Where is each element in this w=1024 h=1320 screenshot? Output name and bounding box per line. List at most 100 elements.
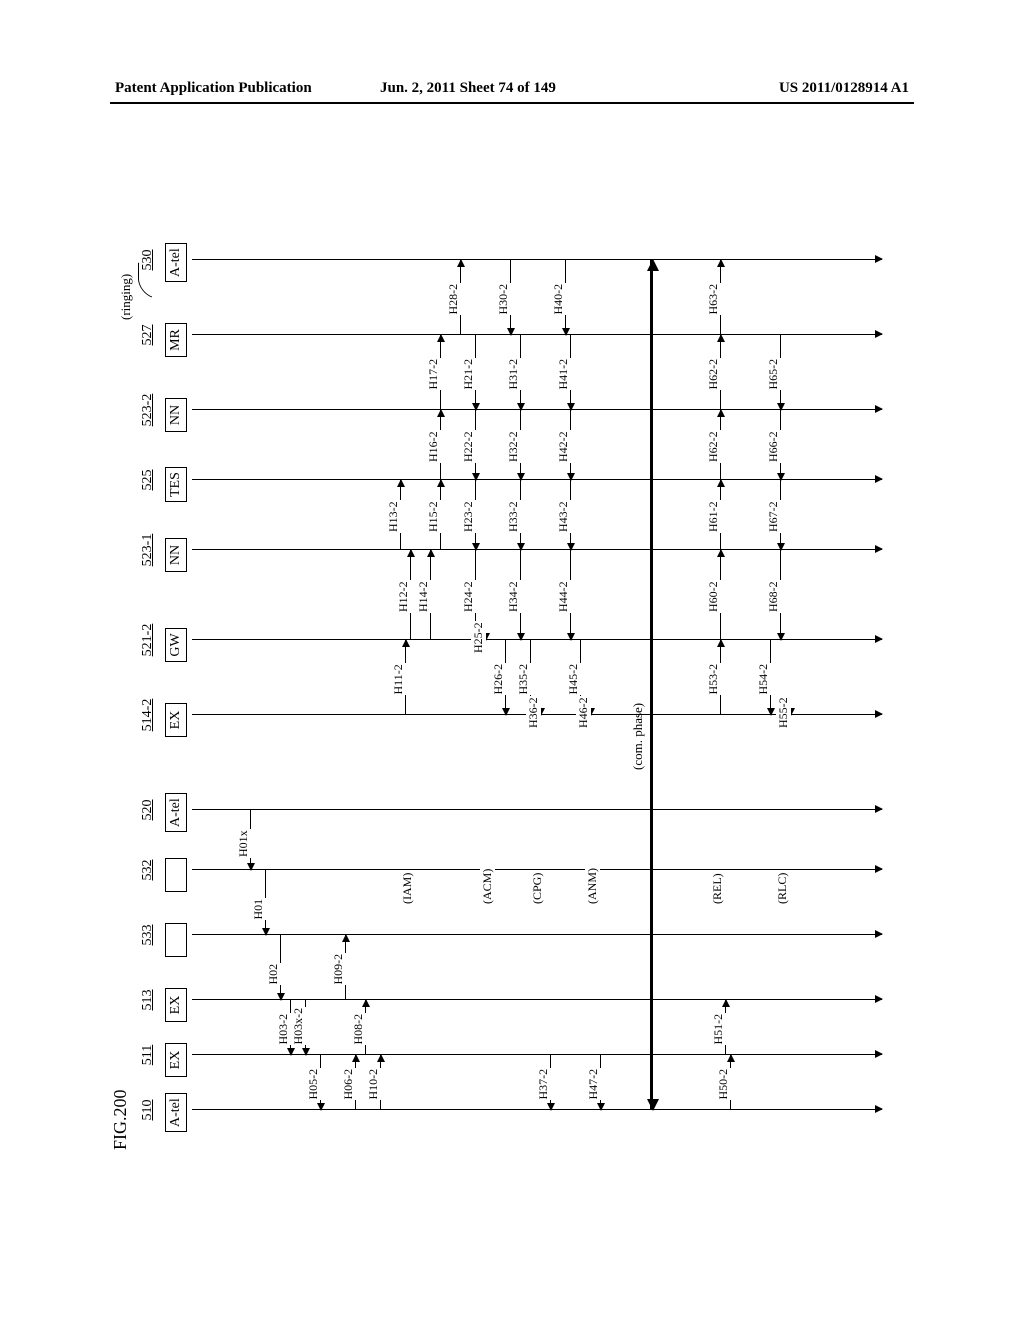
- proto-label-REL: (REL): [710, 872, 725, 905]
- annot-ringing: (ringing): [118, 274, 134, 320]
- msg-label-H54-2: H54-2: [756, 663, 771, 696]
- msg-label-H03x-2: H03x-2: [291, 1007, 306, 1046]
- msg-label-H42-2: H42-2: [556, 430, 571, 463]
- lifeline-530: [192, 259, 882, 260]
- msg-label-H02: H02: [266, 963, 281, 986]
- lifeline-510: [192, 1109, 882, 1110]
- proto-label-CPG: (CPG): [530, 872, 545, 905]
- proto-label-RLC: (RLC): [775, 872, 790, 905]
- msg-label-H40-2: H40-2: [551, 283, 566, 316]
- msg-label-H61-2: H61-2: [706, 500, 721, 533]
- annot-com-phase: (com. phase): [630, 703, 646, 770]
- msg-label-H36-2: H36-2: [526, 696, 541, 729]
- node-box-525: TES: [165, 467, 187, 502]
- msg-label-H32-2: H32-2: [506, 430, 521, 463]
- msg-label-H60-2: H60-2: [706, 580, 721, 613]
- lifeline-513: [192, 999, 882, 1000]
- com-phase-bar: [650, 260, 653, 1110]
- node-box-533: [165, 923, 187, 957]
- msg-label-H10-2: H10-2: [366, 1068, 381, 1101]
- node-box-521-2: GW: [165, 628, 187, 662]
- node-box-523-2: NN: [165, 398, 187, 432]
- figure-wrapper: FIG.200 (ringing) (com. phase) 510 A-tel 5…: [110, 170, 930, 1150]
- msg-label-H26-2: H26-2: [491, 663, 506, 696]
- node-id-513: 513: [140, 990, 156, 1011]
- lifeline-520: [192, 809, 882, 810]
- msg-label-H66-2: H66-2: [766, 430, 781, 463]
- header-mid: Jun. 2, 2011 Sheet 74 of 149: [380, 80, 556, 97]
- node-id-532: 532: [140, 860, 156, 881]
- msg-label-H46-2: H46-2: [576, 696, 591, 729]
- msg-label-H53-2: H53-2: [706, 663, 721, 696]
- msg-label-H45-2: H45-2: [566, 663, 581, 696]
- msg-label-H55-2: H55-2: [776, 696, 791, 729]
- figure-label: FIG.200: [110, 1089, 131, 1150]
- node-id-510: 510: [140, 1100, 156, 1121]
- msg-label-H01x: H01x: [236, 829, 251, 858]
- msg-label-H37-2: H37-2: [536, 1068, 551, 1101]
- node-id-533: 533: [140, 925, 156, 946]
- msg-label-H35-2: H35-2: [516, 663, 531, 696]
- lifeline-532: [192, 869, 882, 870]
- node-id-527: 527: [140, 325, 156, 346]
- msg-label-H09-2: H09-2: [331, 953, 346, 986]
- figure-rotated-canvas: FIG.200 (ringing) (com. phase) 510 A-tel 5…: [110, 170, 930, 1150]
- msg-label-H63-2: H63-2: [706, 283, 721, 316]
- msg-label-H41-2: H41-2: [556, 358, 571, 391]
- msg-label-H15-2: H15-2: [426, 500, 441, 533]
- node-id-525: 525: [140, 470, 156, 491]
- node-box-532: [165, 858, 187, 892]
- header-left: Patent Application Publication: [115, 80, 312, 97]
- msg-label-H67-2: H67-2: [766, 500, 781, 533]
- msg-label-H22-2: H22-2: [461, 430, 476, 463]
- msg-label-H34-2: H34-2: [506, 580, 521, 613]
- node-box-520: A-tel: [165, 793, 187, 832]
- msg-label-H25-2: H25-2: [471, 621, 486, 654]
- proto-label-ANM: (ANM): [585, 867, 600, 905]
- msg-label-H68-2: H68-2: [766, 580, 781, 613]
- msg-label-H30-2: H30-2: [496, 283, 511, 316]
- msg-label-H50-2: H50-2: [716, 1068, 731, 1101]
- msg-label-H62-2: H62-2: [706, 430, 721, 463]
- msg-label-H06-2: H06-2: [341, 1068, 356, 1101]
- msg-label-H23-2: H23-2: [461, 500, 476, 533]
- node-id-521-2: 521-2: [140, 624, 156, 657]
- msg-label-H17-2: H17-2: [426, 358, 441, 391]
- header-right: US 2011/0128914 A1: [779, 80, 909, 97]
- node-id-520: 520: [140, 800, 156, 821]
- node-box-513: EX: [165, 988, 187, 1022]
- msg-label-H47-2: H47-2: [586, 1068, 601, 1101]
- node-id-523-2: 523-2: [140, 394, 156, 427]
- msg-label-H13-2: H13-2: [386, 500, 401, 533]
- node-box-511: EX: [165, 1043, 187, 1077]
- node-id-514-2: 514-2: [140, 699, 156, 732]
- msg-label-H16-2: H16-2: [426, 430, 441, 463]
- proto-label-IAM: (IAM): [400, 872, 415, 905]
- msg-label-H33-2: H33-2: [506, 500, 521, 533]
- msg-label-H03-2: H03-2: [276, 1013, 291, 1046]
- msg-label-H14-2: H14-2: [416, 580, 431, 613]
- msg-label-H65-2: H65-2: [766, 358, 781, 391]
- msg-label-H62-2: H62-2: [706, 358, 721, 391]
- msg-label-H08-2: H08-2: [351, 1013, 366, 1046]
- node-box-523-1: NN: [165, 538, 187, 572]
- node-id-523-1: 523-1: [140, 534, 156, 567]
- lifeline-511: [192, 1054, 882, 1055]
- msg-label-H05-2: H05-2: [306, 1068, 321, 1101]
- msg-label-H44-2: H44-2: [556, 580, 571, 613]
- node-box-530: A-tel: [165, 243, 187, 282]
- node-box-510: A-tel: [165, 1093, 187, 1132]
- proto-label-ACM: (ACM): [480, 868, 495, 905]
- lifeline-527: [192, 334, 882, 335]
- msg-label-H51-2: H51-2: [711, 1013, 726, 1046]
- msg-label-H31-2: H31-2: [506, 358, 521, 391]
- msg-label-H21-2: H21-2: [461, 358, 476, 391]
- msg-label-H12-2: H12-2: [396, 580, 411, 613]
- msg-label-H43-2: H43-2: [556, 500, 571, 533]
- node-box-527: MR: [165, 323, 187, 357]
- node-id-530: 530: [140, 250, 156, 271]
- node-box-514-2: EX: [165, 703, 187, 737]
- msg-label-H11-2: H11-2: [391, 663, 406, 695]
- msg-label-H24-2: H24-2: [461, 580, 476, 613]
- node-id-511: 511: [140, 1045, 156, 1065]
